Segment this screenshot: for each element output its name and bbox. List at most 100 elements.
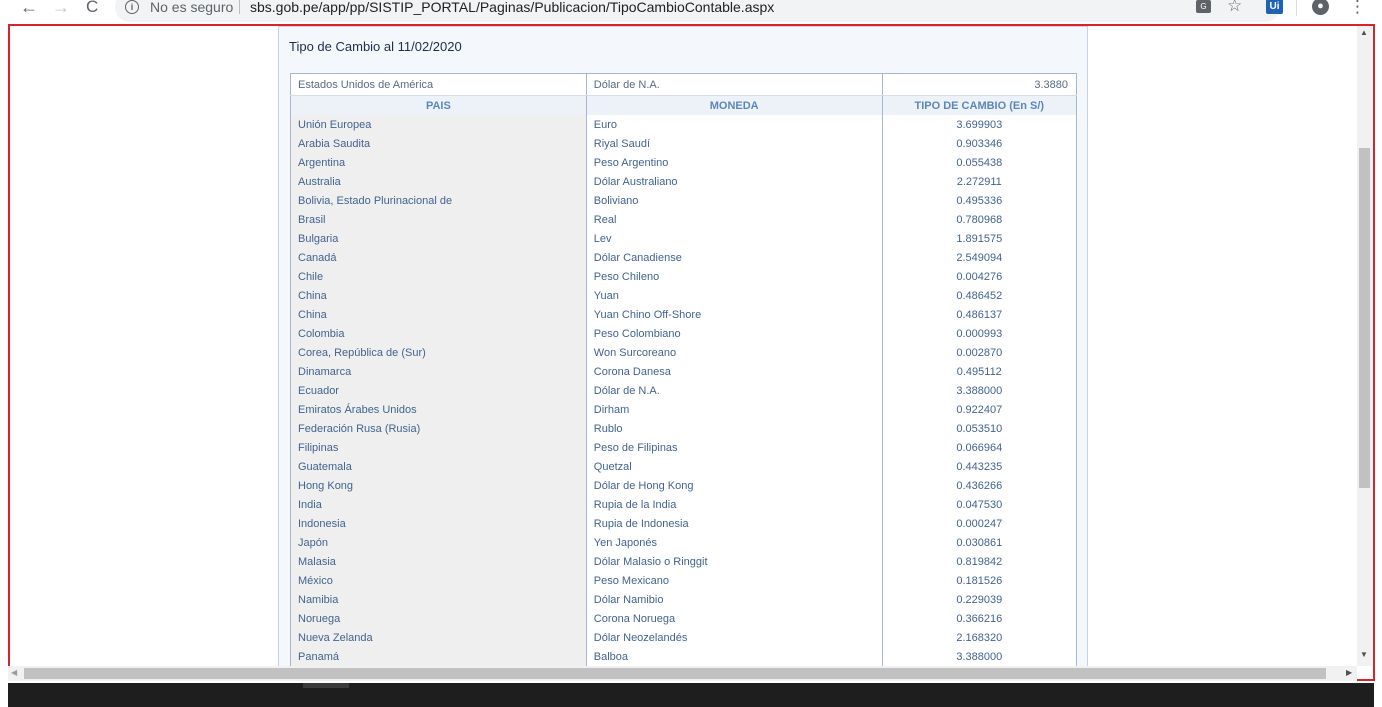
taskbar-item[interactable] — [303, 683, 349, 688]
usd-country: Estados Unidos de América — [290, 73, 587, 96]
table-row: China Yuan 0.486452 — [290, 286, 1077, 305]
table-row: Federación Rusa (Rusia) Rublo 0.053510 — [290, 419, 1077, 438]
currency-cell: Dólar Malasio o Ringgit — [585, 552, 883, 571]
table-row: Malasia Dólar Malasio o Ringgit 0.819842 — [290, 552, 1077, 571]
currency-cell: Yen Japonés — [585, 533, 883, 552]
exchange-rate-panel: Tipo de Cambio al 11/02/2020 Estados Uni… — [278, 26, 1088, 680]
taskbar — [8, 683, 1374, 707]
table-row: Emiratos Árabes Unidos Dirham 0.922407 — [290, 400, 1077, 419]
currency-cell: Dólar Australiano — [585, 172, 883, 191]
horizontal-scroll-thumb[interactable] — [24, 668, 1326, 679]
header-pais: PAIS — [290, 95, 587, 115]
rate-cell: 0.030861 — [881, 533, 1077, 552]
info-icon[interactable]: i — [125, 0, 139, 14]
browser-toolbar: ← → C i No es seguro sbs.gob.pe/app/pp/S… — [0, 0, 1382, 22]
security-label[interactable]: No es seguro — [150, 0, 233, 15]
reload-icon[interactable]: C — [86, 0, 98, 17]
country-cell: Japón — [290, 533, 587, 552]
table-row: Nueva Zelanda Dólar Neozelandés 2.168320 — [290, 628, 1077, 647]
country-cell: Corea, República de (Sur) — [290, 343, 587, 362]
menu-icon[interactable]: ⋮ — [1349, 0, 1366, 17]
scroll-up-icon[interactable]: ▲ — [1360, 28, 1368, 37]
rate-cell: 3.388000 — [881, 647, 1077, 667]
currency-cell: Corona Danesa — [585, 362, 883, 381]
country-cell: Panamá — [290, 647, 587, 667]
country-cell: Emiratos Árabes Unidos — [290, 400, 587, 419]
translate-icon[interactable]: G — [1196, 0, 1211, 13]
table-row: Brasil Real 0.780968 — [290, 210, 1077, 229]
forward-icon[interactable]: → — [52, 0, 70, 17]
country-cell: Colombia — [290, 324, 587, 343]
header-moneda: MONEDA — [585, 95, 883, 115]
table-row: Hong Kong Dólar de Hong Kong 0.436266 — [290, 476, 1077, 495]
page-title: Tipo de Cambio al 11/02/2020 — [289, 39, 462, 54]
country-cell: India — [290, 495, 587, 514]
country-cell: Filipinas — [290, 438, 587, 457]
currency-cell: Corona Noruega — [585, 609, 883, 628]
vertical-scroll-thumb[interactable] — [1359, 148, 1370, 488]
currency-cell: Rupia de Indonesia — [585, 514, 883, 533]
horizontal-scrollbar[interactable]: ◀ ▶ — [8, 666, 1357, 681]
country-cell: Ecuador — [290, 381, 587, 400]
table-row: Unión Europea Euro 3.699903 — [290, 115, 1077, 134]
address-separator — [239, 0, 240, 14]
currency-cell: Dirham — [585, 400, 883, 419]
rate-cell: 0.495336 — [881, 191, 1077, 210]
profile-icon[interactable]: ● — [1312, 0, 1329, 15]
currency-cell: Peso Mexicano — [585, 571, 883, 590]
back-icon[interactable]: ← — [20, 0, 38, 17]
table-row: Bulgaria Lev 1.891575 — [290, 229, 1077, 248]
country-cell: Bolivia, Estado Plurinacional de — [290, 191, 587, 210]
scroll-left-icon[interactable]: ◀ — [11, 668, 17, 677]
country-cell: Malasia — [290, 552, 587, 571]
table-row: China Yuan Chino Off-Shore 0.486137 — [290, 305, 1077, 324]
table-row: Australia Dólar Australiano 2.272911 — [290, 172, 1077, 191]
country-cell: China — [290, 305, 587, 324]
rate-cell: 0.000993 — [881, 324, 1077, 343]
rate-cell: 0.047530 — [881, 495, 1077, 514]
rate-cell: 2.168320 — [881, 628, 1077, 647]
country-cell: Dinamarca — [290, 362, 587, 381]
extension-icon[interactable]: Ui — [1266, 0, 1283, 14]
rate-cell: 0.903346 — [881, 134, 1077, 153]
country-cell: Hong Kong — [290, 476, 587, 495]
table-row: Argentina Peso Argentino 0.055438 — [290, 153, 1077, 172]
usd-summary-row: Estados Unidos de América Dólar de N.A. … — [290, 73, 1077, 96]
currency-cell: Dólar Canadiense — [585, 248, 883, 267]
usd-currency: Dólar de N.A. — [585, 73, 883, 96]
rate-cell: 0.495112 — [881, 362, 1077, 381]
table-row: Japón Yen Japonés 0.030861 — [290, 533, 1077, 552]
country-cell: Bulgaria — [290, 229, 587, 248]
currency-cell: Rupia de la India — [585, 495, 883, 514]
table-row: Noruega Corona Noruega 0.366216 — [290, 609, 1077, 628]
scroll-right-icon[interactable]: ▶ — [1346, 668, 1352, 677]
rate-cell: 0.055438 — [881, 153, 1077, 172]
currency-cell: Dólar de N.A. — [585, 381, 883, 400]
rate-cell: 0.004276 — [881, 267, 1077, 286]
currency-cell: Peso Chileno — [585, 267, 883, 286]
scroll-down-icon[interactable]: ▼ — [1360, 650, 1368, 659]
rate-cell: 0.066964 — [881, 438, 1077, 457]
star-icon[interactable]: ☆ — [1227, 0, 1242, 16]
currency-cell: Dólar Namibio — [585, 590, 883, 609]
table-row: Guatemala Quetzal 0.443235 — [290, 457, 1077, 476]
table-row: Bolivia, Estado Plurinacional de Bolivian… — [290, 191, 1077, 210]
table-row: Indonesia Rupia de Indonesia 0.000247 — [290, 514, 1077, 533]
country-cell: Indonesia — [290, 514, 587, 533]
currency-cell: Peso Argentino — [585, 153, 883, 172]
table-row: Namibia Dólar Namibio 0.229039 — [290, 590, 1077, 609]
country-cell: Australia — [290, 172, 587, 191]
rate-cell: 0.819842 — [881, 552, 1077, 571]
rate-cell: 1.891575 — [881, 229, 1077, 248]
currency-cell: Dólar de Hong Kong — [585, 476, 883, 495]
currency-cell: Euro — [585, 115, 883, 134]
table-row: México Peso Mexicano 0.181526 — [290, 571, 1077, 590]
vertical-scrollbar[interactable]: ▲ ▼ — [1357, 26, 1372, 666]
table-row: Corea, República de (Sur) Won Surcoreano 0… — [290, 343, 1077, 362]
rate-cell: 0.002870 — [881, 343, 1077, 362]
table-row: Dinamarca Corona Danesa 0.495112 — [290, 362, 1077, 381]
url-text[interactable]: sbs.gob.pe/app/pp/SISTIP_PORTAL/Paginas/… — [250, 0, 774, 15]
table-row: Colombia Peso Colombiano 0.000993 — [290, 324, 1077, 343]
country-cell: Brasil — [290, 210, 587, 229]
table-row: Chile Peso Chileno 0.004276 — [290, 267, 1077, 286]
